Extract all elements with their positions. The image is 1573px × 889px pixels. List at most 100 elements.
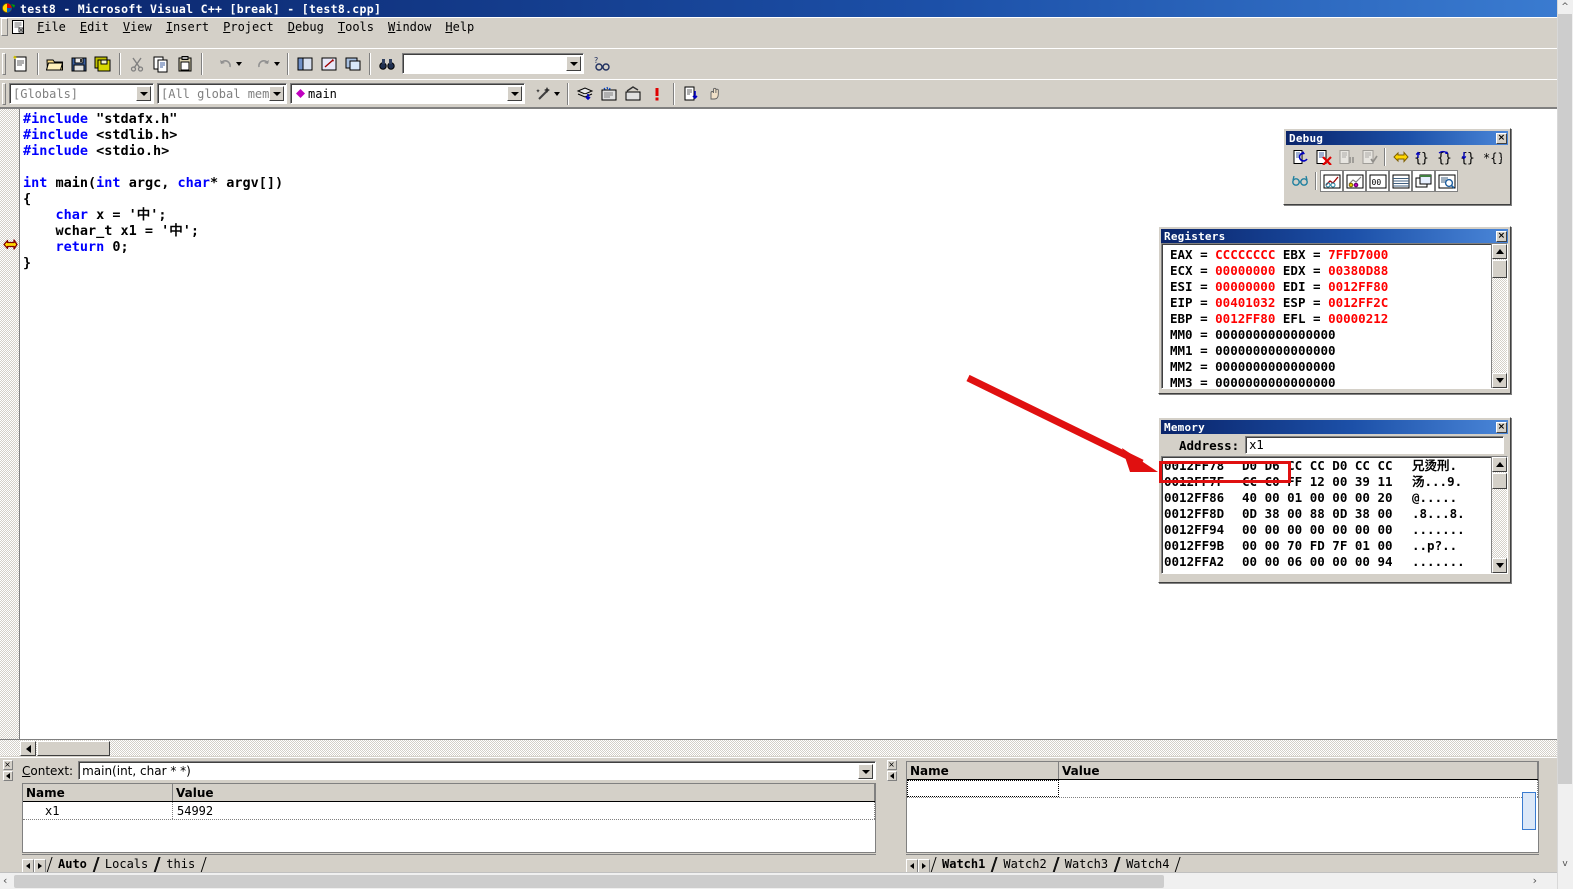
- menu-insert[interactable]: Insert: [159, 18, 216, 36]
- workspace-icon[interactable]: [293, 52, 317, 75]
- menu-help[interactable]: Help: [438, 18, 481, 36]
- menu-tools[interactable]: Tools: [331, 18, 381, 36]
- memory-window-icon[interactable]: [1389, 170, 1412, 192]
- registers-window[interactable]: Registers × EAX = CCCCCCCC EBX = 7FFD700…: [1158, 226, 1511, 394]
- chevron-down-icon[interactable]: [269, 86, 284, 101]
- window-list-icon[interactable]: [341, 52, 365, 75]
- registers-window-icon[interactable]: 00: [1366, 170, 1389, 192]
- cell-name[interactable]: [907, 780, 1059, 797]
- close-icon[interactable]: ×: [1496, 421, 1507, 433]
- stop-build-icon[interactable]: [621, 82, 645, 105]
- menu-debug[interactable]: Debug: [281, 18, 331, 36]
- save-all-icon[interactable]: [91, 52, 115, 75]
- tab-scroll-left-button[interactable]: [906, 859, 918, 873]
- copy-icon[interactable]: [149, 52, 173, 75]
- memory-dump-list[interactable]: 0012FF78 D0 D6 CC CC D0 CC CC 兄烫刑. 0012FF7F…: [1162, 457, 1490, 573]
- compile-icon[interactable]: [573, 82, 597, 105]
- run-to-cursor-icon[interactable]: *{}: [1481, 146, 1504, 168]
- menu-view[interactable]: View: [116, 18, 159, 36]
- chevron-down-icon[interactable]: [566, 56, 581, 71]
- variables-rows[interactable]: x1 54992: [23, 802, 875, 820]
- editor-gutter[interactable]: [0, 109, 20, 739]
- binoculars-icon[interactable]: [375, 52, 399, 75]
- scroll-down-chevron-icon[interactable]: v: [1557, 857, 1573, 871]
- step-out-icon[interactable]: { }: [1458, 146, 1481, 168]
- menu-edit[interactable]: Edit: [73, 18, 116, 36]
- table-row[interactable]: [907, 780, 1538, 798]
- context-combo[interactable]: main(int, char * *): [78, 761, 876, 780]
- menu-grip[interactable]: [1, 17, 8, 36]
- find-combo[interactable]: [402, 53, 584, 74]
- editor-hscroll-thumb[interactable]: [37, 741, 110, 756]
- chevron-down-icon[interactable]: [507, 86, 522, 101]
- menu-file[interactable]: File: [30, 18, 73, 36]
- column-header-name[interactable]: Name: [907, 762, 1059, 779]
- tab-auto[interactable]: Auto: [49, 856, 96, 873]
- memory-address-input[interactable]: x1: [1245, 436, 1504, 454]
- page-vertical-scrollbar[interactable]: ^ v: [1557, 0, 1573, 889]
- go-debug-icon[interactable]: [679, 82, 703, 105]
- memory-titlebar[interactable]: Memory ×: [1161, 420, 1508, 434]
- step-into-icon[interactable]: { }: [1412, 146, 1435, 168]
- memory-vertical-scrollbar[interactable]: [1491, 457, 1507, 573]
- watch-rows[interactable]: [907, 780, 1538, 798]
- new-document-icon[interactable]: [9, 52, 33, 75]
- help-search-icon[interactable]: ?: [590, 52, 614, 75]
- floppy-disk-icon[interactable]: [67, 52, 91, 75]
- apply-code-changes-icon[interactable]: [1358, 146, 1381, 168]
- close-icon[interactable]: ×: [1496, 132, 1507, 144]
- scroll-up-button[interactable]: [1492, 244, 1507, 259]
- variables-grid[interactable]: Name Value x1 54992: [22, 783, 876, 853]
- glasses-icon[interactable]: [1289, 170, 1312, 192]
- scroll-up-button[interactable]: [1492, 457, 1507, 472]
- tab-locals[interactable]: Locals: [96, 856, 157, 873]
- debug-toolbar-titlebar[interactable]: Debug ×: [1286, 131, 1508, 145]
- close-icon[interactable]: ×: [2, 760, 13, 770]
- build-icon[interactable]: [597, 82, 621, 105]
- menu-project[interactable]: Project: [216, 18, 281, 36]
- chevron-down-icon[interactable]: [136, 86, 151, 101]
- registers-titlebar[interactable]: Registers ×: [1161, 229, 1508, 243]
- column-header-name[interactable]: Name: [23, 784, 173, 801]
- variables-window[interactable]: × Context: main(int, char * *) Name Valu…: [0, 758, 878, 873]
- watch-window-icon[interactable]: [1320, 170, 1343, 192]
- registers-body[interactable]: EAX = CCCCCCCC EBX = 7FFD7000 ECX = 00000…: [1161, 243, 1508, 389]
- disassembly-icon[interactable]: [1435, 170, 1458, 192]
- column-header-value[interactable]: Value: [1059, 762, 1538, 779]
- break-execution-icon[interactable]: [1335, 146, 1358, 168]
- chevron-down-icon[interactable]: [554, 92, 560, 96]
- tab-watch4[interactable]: Watch4: [1117, 856, 1178, 873]
- watch-dock-grip[interactable]: ×: [886, 758, 897, 873]
- yellow-arrow-icon[interactable]: [1389, 146, 1412, 168]
- tab-scroll-left-button[interactable]: [22, 859, 34, 873]
- dock-collapse-icon[interactable]: [886, 771, 897, 781]
- step-over-icon[interactable]: { }: [1435, 146, 1458, 168]
- registers-vertical-scrollbar[interactable]: [1491, 244, 1507, 388]
- menu-window[interactable]: Window: [381, 18, 438, 36]
- undo-arrow-icon[interactable]: [207, 52, 245, 75]
- variables-window-icon[interactable]: [1343, 170, 1366, 192]
- call-stack-icon[interactable]: [1412, 170, 1435, 192]
- restart-debug-icon[interactable]: [1289, 146, 1312, 168]
- variables-tab-nav[interactable]: [22, 859, 46, 873]
- close-icon[interactable]: ×: [1496, 230, 1507, 242]
- globals-combo[interactable]: [Globals]: [9, 83, 154, 104]
- variables-dock-grip[interactable]: ×: [2, 758, 13, 873]
- tab-watch3[interactable]: Watch3: [1056, 856, 1117, 873]
- tab-scroll-right-button[interactable]: [918, 859, 930, 873]
- chevron-down-icon[interactable]: [274, 62, 280, 66]
- column-header-value[interactable]: Value: [173, 784, 875, 801]
- stop-debug-icon[interactable]: [1312, 146, 1335, 168]
- memory-window[interactable]: Memory × Address: x1 0012FF78 D0 D6 CC CC…: [1158, 417, 1511, 583]
- watch-window[interactable]: × Name Value Watch1 Watch2 Watch3 Watch4: [884, 758, 1541, 873]
- magic-wand-icon[interactable]: [525, 82, 563, 105]
- toolbar-grip[interactable]: [2, 82, 6, 105]
- scissors-icon[interactable]: [125, 52, 149, 75]
- scroll-left-chevron-icon[interactable]: ‹: [3, 874, 7, 887]
- memory-vscroll-thumb[interactable]: [1492, 473, 1507, 489]
- table-row[interactable]: x1 54992: [23, 802, 875, 820]
- tab-watch1[interactable]: Watch1: [933, 856, 994, 873]
- document-icon[interactable]: [10, 19, 27, 35]
- members-combo[interactable]: [All global members: [157, 83, 287, 104]
- close-icon[interactable]: ×: [886, 760, 897, 770]
